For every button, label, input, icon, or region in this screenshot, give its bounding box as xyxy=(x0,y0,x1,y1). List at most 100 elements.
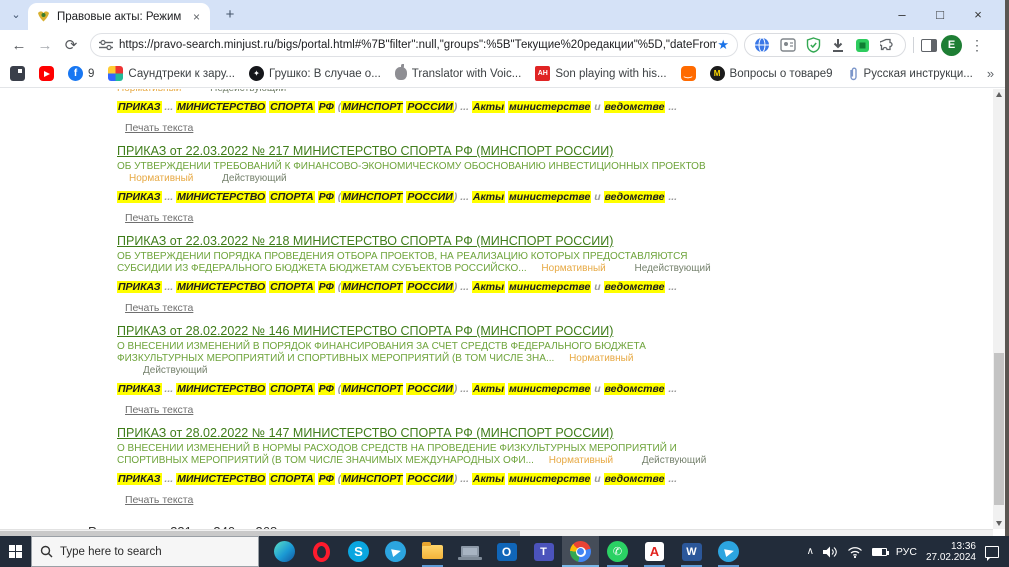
opera-icon xyxy=(313,541,330,562)
bookmark-star-icon[interactable]: ★ xyxy=(717,37,729,53)
forward-icon[interactable]: → xyxy=(32,37,58,54)
menu-dots-icon[interactable]: ⋮ xyxy=(970,37,984,54)
action-center-icon[interactable] xyxy=(985,545,999,561)
screen-right-edge xyxy=(1005,0,1009,536)
edge-icon xyxy=(274,541,295,562)
print-text-link[interactable]: Печать текста xyxy=(125,404,193,416)
taskbar-telegram-2[interactable] xyxy=(710,536,747,567)
chrome-icon xyxy=(570,541,591,562)
result-entry: ПРИКАЗ от 22.03.2022 № 218 МИНИСТЕРСТВО … xyxy=(88,232,718,316)
new-tab-button[interactable]: + xyxy=(220,5,240,25)
reload-icon[interactable]: ⟳ xyxy=(58,36,84,54)
start-button[interactable] xyxy=(0,536,31,567)
globe-extension-icon[interactable] xyxy=(754,37,770,53)
print-text-link[interactable]: Печать текста xyxy=(125,494,193,506)
result-entry: ПРИКАЗ от 28.02.2022 № 147 МИНИСТЕРСТВО … xyxy=(88,424,718,508)
extensions-group xyxy=(744,33,906,57)
facebook-icon: f xyxy=(68,66,83,81)
taskbar-icons: S O T ✆ A W xyxy=(266,536,747,567)
result-title-link[interactable]: ПРИКАЗ от 22.03.2022 № 218 МИНИСТЕРСТВО … xyxy=(117,234,613,249)
url-text[interactable]: https://pravo-search.minjust.ru/bigs/por… xyxy=(119,39,717,51)
speaker-icon[interactable] xyxy=(822,546,838,558)
result-title-link[interactable]: ПРИКАЗ от 22.03.2022 № 217 МИНИСТЕРСТВО … xyxy=(117,144,613,159)
bookmark-item[interactable]: ‿ xyxy=(680,66,696,81)
active-tab[interactable]: Правовые акты: Режим поиск × xyxy=(28,3,210,30)
taskbar-pc[interactable] xyxy=(451,536,488,567)
maximize-button[interactable]: □ xyxy=(921,0,959,30)
bookmark-item[interactable]: Саундтреки к зару... xyxy=(108,66,235,81)
titlebar: ⌄ Правовые акты: Режим поиск × + – □ × xyxy=(0,0,1009,30)
bookmark-item[interactable] xyxy=(10,66,25,81)
act-type-label: Нормативный xyxy=(569,353,634,364)
language-indicator[interactable]: РУС xyxy=(896,546,917,558)
profile-avatar[interactable]: E xyxy=(941,34,962,56)
address-bar[interactable]: https://pravo-search.minjust.ru/bigs/por… xyxy=(90,33,738,57)
bookmark-item[interactable]: M Вопросы о товаре9 xyxy=(709,66,833,81)
bookmark-item[interactable]: f9 xyxy=(68,66,94,81)
taskbar-whatsapp[interactable]: ✆ xyxy=(599,536,636,567)
shield-check-extension-icon[interactable] xyxy=(806,37,821,53)
badge-extension-icon[interactable] xyxy=(780,38,796,52)
minjust-favicon-icon xyxy=(38,11,49,22)
taskbar-telegram[interactable] xyxy=(377,536,414,567)
vertical-scrollbar[interactable] xyxy=(993,89,1005,529)
windows-logo-icon xyxy=(9,545,22,558)
close-button[interactable]: × xyxy=(959,0,997,30)
tab-title: Правовые акты: Режим поиск xyxy=(57,10,185,23)
battery-icon[interactable] xyxy=(871,547,889,556)
taskbar-edge[interactable] xyxy=(266,536,303,567)
clock[interactable]: 13:36 27.02.2024 xyxy=(926,541,976,563)
print-text-link[interactable]: Печать текста xyxy=(125,212,193,224)
result-entry: ПРИКАЗ от 28.02.2022 № 146 МИНИСТЕРСТВО … xyxy=(88,322,718,418)
taskbar-teams[interactable]: T xyxy=(525,536,562,567)
site-icon xyxy=(10,66,25,81)
taskbar-chrome[interactable] xyxy=(562,536,599,567)
result-snippet: ПРИКАЗ ... МИНИСТЕРСТВО СПОРТА РФ (МИНСП… xyxy=(117,281,678,293)
taskbar-file-explorer[interactable] xyxy=(414,536,451,567)
taskbar-search-box[interactable]: Type here to search xyxy=(31,536,259,567)
telegram-icon xyxy=(718,541,739,562)
bookmark-item[interactable] xyxy=(39,66,54,81)
print-text-link[interactable]: Печать текста xyxy=(125,302,193,314)
side-panel-icon[interactable] xyxy=(921,38,937,52)
dark-circle-icon: ✦ xyxy=(248,66,264,81)
browser-toolbar: ← → ⟳ https://pravo-search.minjust.ru/bi… xyxy=(0,30,1009,60)
result-snippet: ПРИКАЗ ... МИНИСТЕРСТВО СПОРТА РФ (МИНСП… xyxy=(117,101,678,113)
taskbar-outlook[interactable]: O xyxy=(488,536,525,567)
scroll-up-arrow-icon[interactable] xyxy=(996,92,1002,97)
result-title-link[interactable]: ПРИКАЗ от 28.02.2022 № 146 МИНИСТЕРСТВО … xyxy=(117,324,613,339)
wifi-icon[interactable] xyxy=(847,546,863,558)
act-type-label: Нормативный xyxy=(541,263,606,274)
result-subtitle: О ВНЕСЕНИИ ИЗМЕНЕНИЙ В ПОРЯДОК ФИНАНСИРО… xyxy=(117,341,646,364)
whatsapp-icon: ✆ xyxy=(607,541,628,562)
tray-chevron-icon[interactable]: ∧ xyxy=(807,546,814,557)
horizontal-scrollbar[interactable] xyxy=(0,529,993,536)
youtube-icon xyxy=(39,66,54,81)
taskbar-skype[interactable]: S xyxy=(340,536,377,567)
market-icon: M xyxy=(709,66,725,81)
print-text-link[interactable]: Печать текста xyxy=(125,122,193,134)
taskbar-word[interactable]: W xyxy=(673,536,710,567)
scroll-down-arrow-icon[interactable] xyxy=(996,521,1002,526)
bookmark-item[interactable]: Translator with Voic... xyxy=(394,64,521,80)
taskbar-acrobat[interactable]: A xyxy=(636,536,673,567)
skype-icon: S xyxy=(348,541,369,562)
bookmark-item[interactable]: ✦ Грушко: В случае о... xyxy=(248,66,381,81)
download-extension-icon[interactable] xyxy=(831,38,845,53)
aliexpress-icon: ‿ xyxy=(680,66,696,81)
vertical-scrollbar-thumb[interactable] xyxy=(994,353,1004,505)
taskbar-opera[interactable] xyxy=(303,536,340,567)
result-title-link[interactable]: ПРИКАЗ от 28.02.2022 № 147 МИНИСТЕРСТВО … xyxy=(117,426,613,441)
extensions-puzzle-icon[interactable] xyxy=(880,37,896,53)
tab-close-icon[interactable]: × xyxy=(191,10,202,24)
word-icon: W xyxy=(681,542,702,561)
bookmarks-overflow-chevron[interactable]: » xyxy=(987,66,994,81)
telegram-icon xyxy=(385,541,406,562)
acrobat-icon: A xyxy=(645,542,664,561)
back-icon[interactable]: ← xyxy=(6,37,32,54)
tab-search-chevron-icon[interactable]: ⌄ xyxy=(8,7,24,23)
bookmark-item[interactable]: AH Son playing with his... xyxy=(535,66,667,81)
green-square-extension-icon[interactable] xyxy=(855,38,870,53)
minimize-button[interactable]: – xyxy=(883,0,921,30)
bookmark-item[interactable]: Русская инструкци... xyxy=(847,67,973,81)
